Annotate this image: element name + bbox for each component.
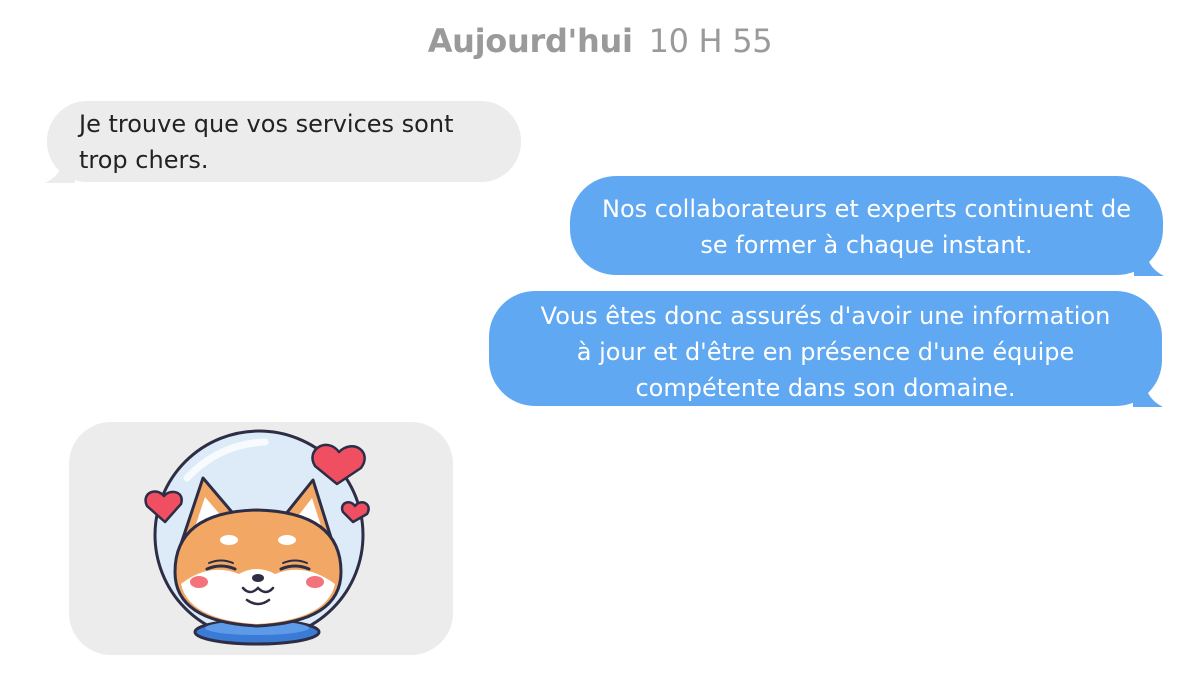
message-line: Je trouve que vos services sont [79, 110, 454, 138]
outgoing-message-bubble[interactable]: Vous êtes donc assurés d'avoir une infor… [489, 291, 1163, 407]
message-line: à jour et d'être en présence d'une équip… [576, 338, 1075, 366]
chat-view: Aujourd'hui 10 H 55 Je trouve que vos se… [0, 0, 1200, 675]
timestamp-day: Aujourd'hui [427, 22, 633, 60]
shiba-astronaut-sticker-icon [144, 429, 370, 646]
incoming-message-bubble[interactable]: Je trouve que vos services sont trop che… [45, 101, 521, 183]
message-line: compétente dans son domaine. [635, 374, 1016, 402]
message-line: trop chers. [79, 146, 209, 174]
message-line: Nos collaborateurs et experts continuent… [602, 195, 1131, 223]
timestamp-time: 10 H 55 [648, 22, 773, 60]
timestamp-header: Aujourd'hui 10 H 55 [0, 22, 1200, 60]
outgoing-message-bubble[interactable]: Nos collaborateurs et experts continuent… [570, 176, 1164, 276]
sticker-message-bubble[interactable] [69, 422, 453, 655]
bubble-tail [45, 161, 75, 183]
message-line: se former à chaque instant. [700, 231, 1033, 259]
message-line: Vous êtes donc assurés d'avoir une infor… [540, 302, 1111, 330]
